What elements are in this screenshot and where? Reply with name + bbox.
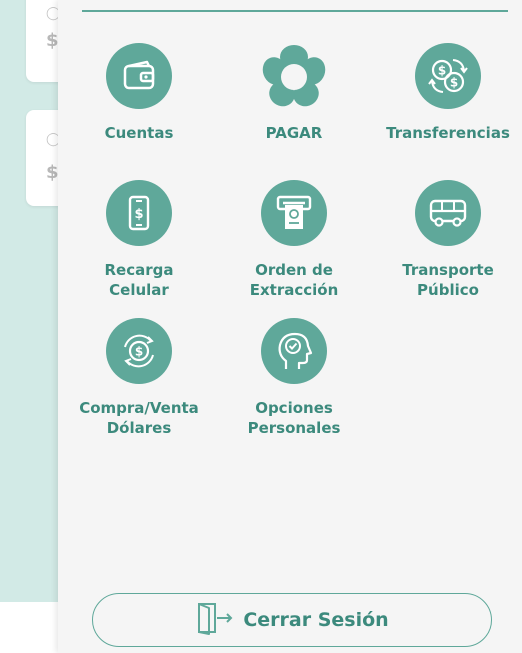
card-currency-symbol: $ <box>46 30 59 51</box>
menu-item-opciones-personales[interactable]: Opciones Personales <box>219 318 369 438</box>
menu-item-label: Opciones Personales <box>247 399 341 437</box>
svg-text:$: $ <box>438 64 446 78</box>
bus-icon <box>415 180 481 246</box>
menu-item-label: Cuentas <box>104 124 174 142</box>
menu-item-label: Transferencias <box>386 124 510 142</box>
logout-label: Cerrar Sesión <box>243 609 389 631</box>
menu-item-recarga-celular[interactable]: $ Recarga Celular <box>64 180 214 300</box>
drawer-top-divider <box>82 10 508 12</box>
menu-item-label: PAGAR <box>265 124 323 142</box>
exit-door-icon <box>195 601 235 639</box>
flower-icon <box>261 43 327 109</box>
svg-text:$: $ <box>135 345 143 359</box>
background-app: ◯ $ ◯ $ <box>0 0 86 653</box>
head-check-icon <box>261 318 327 384</box>
menu-item-label: Orden de Extracción <box>249 261 339 299</box>
menu-item-label: Recarga Celular <box>104 261 174 299</box>
phone-dollar-icon: $ <box>106 180 172 246</box>
currency-exchange-icon: $ $ <box>415 43 481 109</box>
svg-text:$: $ <box>450 76 458 90</box>
menu-item-orden-extraccion[interactable]: Orden de Extracción <box>219 180 369 300</box>
menu-item-pagar[interactable]: PAGAR <box>219 43 369 143</box>
atm-icon <box>261 180 327 246</box>
wallet-icon <box>106 43 172 109</box>
card-currency-symbol: $ <box>46 162 59 183</box>
dollar-cycle-icon: $ <box>106 318 172 384</box>
menu-item-cuentas[interactable]: Cuentas <box>64 43 214 143</box>
menu-item-label: Compra/Venta Dólares <box>79 399 199 437</box>
menu-item-transporte-publico[interactable]: Transporte Público <box>373 180 522 300</box>
background-bottom-bar <box>0 602 60 653</box>
side-drawer: Cuentas PAGAR $ $ Transferencias $ Recar… <box>58 0 522 653</box>
menu-item-label: Transporte Público <box>402 261 494 299</box>
svg-text:$: $ <box>134 207 143 222</box>
logout-button[interactable]: Cerrar Sesión <box>92 593 492 647</box>
menu-item-compra-venta-dolares[interactable]: $ Compra/Venta Dólares <box>64 318 214 438</box>
menu-item-transferencias[interactable]: $ $ Transferencias <box>373 43 522 143</box>
